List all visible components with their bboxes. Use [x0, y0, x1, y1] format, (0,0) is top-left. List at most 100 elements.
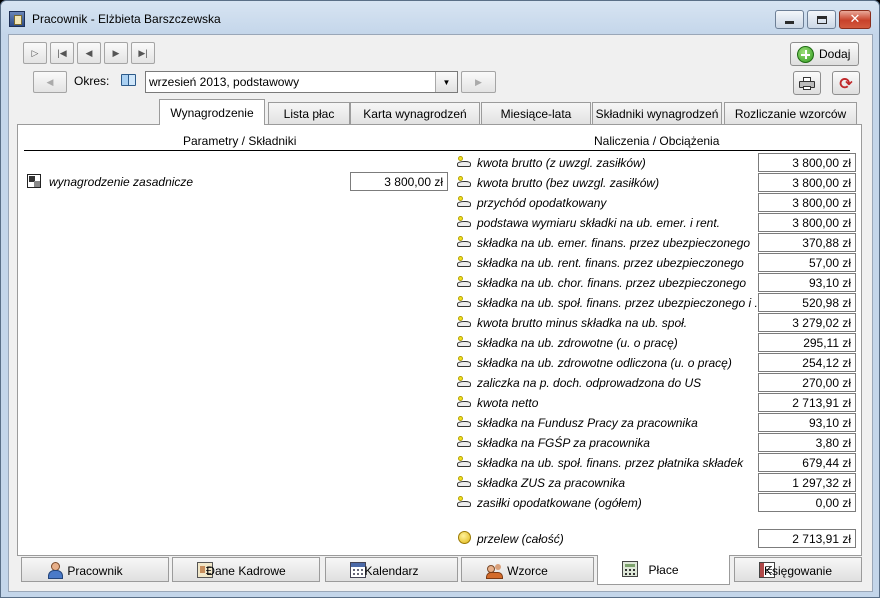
calculation-value-field[interactable]: 93,10 zł — [758, 413, 856, 432]
calculation-label: kwota brutto (bez uwzgl. zasiłków) — [477, 176, 660, 190]
maximize-button[interactable] — [807, 10, 836, 29]
calculation-hand-icon — [457, 456, 473, 468]
calculation-label: przychód opodatkowany — [477, 196, 607, 210]
calculation-label: składka na ub. chor. finans. przez ubezp… — [477, 276, 747, 290]
previous-record-button[interactable]: ◀ — [77, 42, 101, 64]
coin-icon — [458, 531, 471, 544]
calculation-hand-icon — [457, 176, 473, 188]
print-button[interactable] — [793, 71, 821, 95]
calculation-hand-icon — [457, 416, 473, 428]
calculation-value-field[interactable]: 370,88 zł — [758, 233, 856, 252]
last-record-button[interactable]: ▶| — [131, 42, 155, 64]
calculation-label: składka na FGŚP za pracownika — [477, 436, 650, 450]
minimize-button[interactable] — [775, 10, 804, 29]
component-icon — [27, 174, 41, 188]
chevron-left-icon: ◀ — [46, 76, 54, 87]
next-record-icon: ▶ — [112, 47, 120, 58]
bottom-tab-wzorce[interactable]: Wzorce — [461, 557, 594, 582]
calculation-label: składka na Fundusz Pracy za pracownika — [477, 416, 698, 430]
period-label: Okres: — [74, 74, 110, 88]
calculation-value-field[interactable]: 3 800,00 zł — [758, 193, 856, 212]
calculation-label: składka na ub. emer. finans. przez ubezp… — [477, 236, 751, 250]
bottom-tab-pracownik[interactable]: Pracownik — [21, 557, 169, 582]
calculation-value-field[interactable]: 679,44 zł — [758, 453, 856, 472]
calculation-hand-icon — [457, 296, 473, 308]
period-dropdown-button[interactable]: ▼ — [435, 72, 457, 92]
calculation-hand-icon — [457, 476, 473, 488]
component-value-field[interactable]: 3 800,00 zł — [350, 172, 448, 191]
calculation-hand-icon — [457, 396, 473, 408]
calculation-value-field[interactable]: 270,00 zł — [758, 373, 856, 392]
close-button[interactable]: ✕ — [839, 10, 871, 29]
transfer-label: przelew (całość) — [477, 532, 564, 546]
tab-wynagrodzenie[interactable]: Wynagrodzenie — [159, 99, 265, 125]
calculation-value-field[interactable]: 3 800,00 zł — [758, 213, 856, 232]
bottom-tab-ksiegowanie[interactable]: Księgowanie — [734, 557, 862, 582]
app-icon — [9, 11, 25, 27]
period-previous-button[interactable]: ◀ — [33, 71, 67, 93]
calculation-hand-icon — [457, 156, 473, 168]
refresh-button[interactable]: ⟳ — [832, 71, 860, 95]
header-divider — [24, 150, 850, 151]
right-column-header: Naliczenia / Obciążenia — [594, 134, 720, 148]
calculation-value-field[interactable]: 93,10 zł — [758, 273, 856, 292]
bottom-tab-place[interactable]: Płace — [597, 555, 730, 585]
maximize-icon — [816, 15, 827, 24]
window-title: Pracownik - Elżbieta Barszczewska — [32, 12, 221, 26]
calculation-label: kwota netto — [477, 396, 539, 410]
bottom-tab-label: Dane Kadrowe — [206, 564, 286, 578]
title-bar[interactable]: Pracownik - Elżbieta Barszczewska ✕ — [1, 1, 879, 35]
calculation-hand-icon — [457, 316, 473, 328]
tab-rozliczanie-wzorcow[interactable]: Rozliczanie wzorców — [724, 102, 857, 124]
bottom-tab-label: Pracownik — [67, 564, 123, 578]
first-record-icon: |◀ — [57, 47, 67, 58]
calculation-value-field[interactable]: 2 713,91 zł — [758, 393, 856, 412]
calculation-label: kwota brutto minus składka na ub. społ. — [477, 316, 688, 330]
calculation-value-field[interactable]: 3 800,00 zł — [758, 153, 856, 172]
calculation-value-field[interactable]: 520,98 zł — [758, 293, 856, 312]
calculation-value-field[interactable]: 1 297,32 zł — [758, 473, 856, 492]
calculation-value-field[interactable]: 3,80 zł — [758, 433, 856, 452]
calculation-hand-icon — [457, 276, 473, 288]
refresh-icon: ⟳ — [839, 73, 853, 93]
chevron-right-icon: ▶ — [475, 76, 482, 87]
bottom-tab-dane-kadrowe[interactable]: Dane Kadrowe — [172, 557, 320, 582]
calculation-value-field[interactable]: 0,00 zł — [758, 493, 856, 512]
calculation-value-field[interactable]: 254,12 zł — [758, 353, 856, 372]
plus-icon — [797, 45, 814, 63]
next-record-button[interactable]: ▶ — [104, 42, 128, 64]
printer-icon — [799, 76, 815, 90]
tab-miesiace-lata[interactable]: Miesiące-lata — [481, 102, 591, 124]
tab-skladniki-wynagrodzen[interactable]: Składniki wynagrodzeń — [592, 102, 722, 124]
bottom-tab-label: Wzorce — [507, 564, 548, 578]
tab-karta-wynagrodzen[interactable]: Karta wynagrodzeń — [350, 102, 480, 124]
calculation-label: składka na ub. zdrowotne (u. o pracę) — [477, 336, 678, 350]
book-icon — [121, 74, 136, 86]
calculation-label: zasiłki opodatkowane (ogółem) — [477, 496, 642, 510]
calculation-value-field[interactable]: 57,00 zł — [758, 253, 856, 272]
tab-lista-plac[interactable]: Lista płac — [268, 102, 350, 124]
last-record-icon: ▶| — [138, 47, 148, 58]
close-icon: ✕ — [849, 12, 861, 27]
new-record-button[interactable]: ▷ — [23, 42, 47, 64]
calculation-hand-icon — [457, 376, 473, 388]
bottom-tab-kalendarz[interactable]: Kalendarz — [325, 557, 458, 582]
bottom-tab-label: Płace — [648, 563, 679, 577]
new-record-icon: ▷ — [31, 47, 39, 58]
client-area: ▷ |◀ ◀ ▶ ▶| Dodaj ◀ Okres: wrzesień 2013… — [8, 34, 873, 592]
calculation-hand-icon — [457, 196, 473, 208]
calculation-label: składka ZUS za pracownika — [477, 476, 626, 490]
period-next-button[interactable]: ▶ — [461, 71, 496, 93]
bottom-tab-label: Kalendarz — [364, 564, 419, 578]
calculation-label: składka na ub. rent. finans. przez ubezp… — [477, 256, 744, 270]
first-record-button[interactable]: |◀ — [50, 42, 74, 64]
calculation-value-field[interactable]: 295,11 zł — [758, 333, 856, 352]
transfer-value-field[interactable]: 2 713,91 zł — [758, 529, 856, 548]
calculation-hand-icon — [457, 216, 473, 228]
calculation-value-field[interactable]: 3 279,02 zł — [758, 313, 856, 332]
calculation-value-field[interactable]: 3 800,00 zł — [758, 173, 856, 192]
period-select[interactable]: wrzesień 2013, podstawowy ▼ — [145, 71, 458, 93]
calculation-label: składka na ub. zdrowotne odliczona (u. o… — [477, 356, 732, 370]
chevron-down-icon: ▼ — [442, 77, 451, 87]
add-button[interactable]: Dodaj — [790, 42, 859, 66]
